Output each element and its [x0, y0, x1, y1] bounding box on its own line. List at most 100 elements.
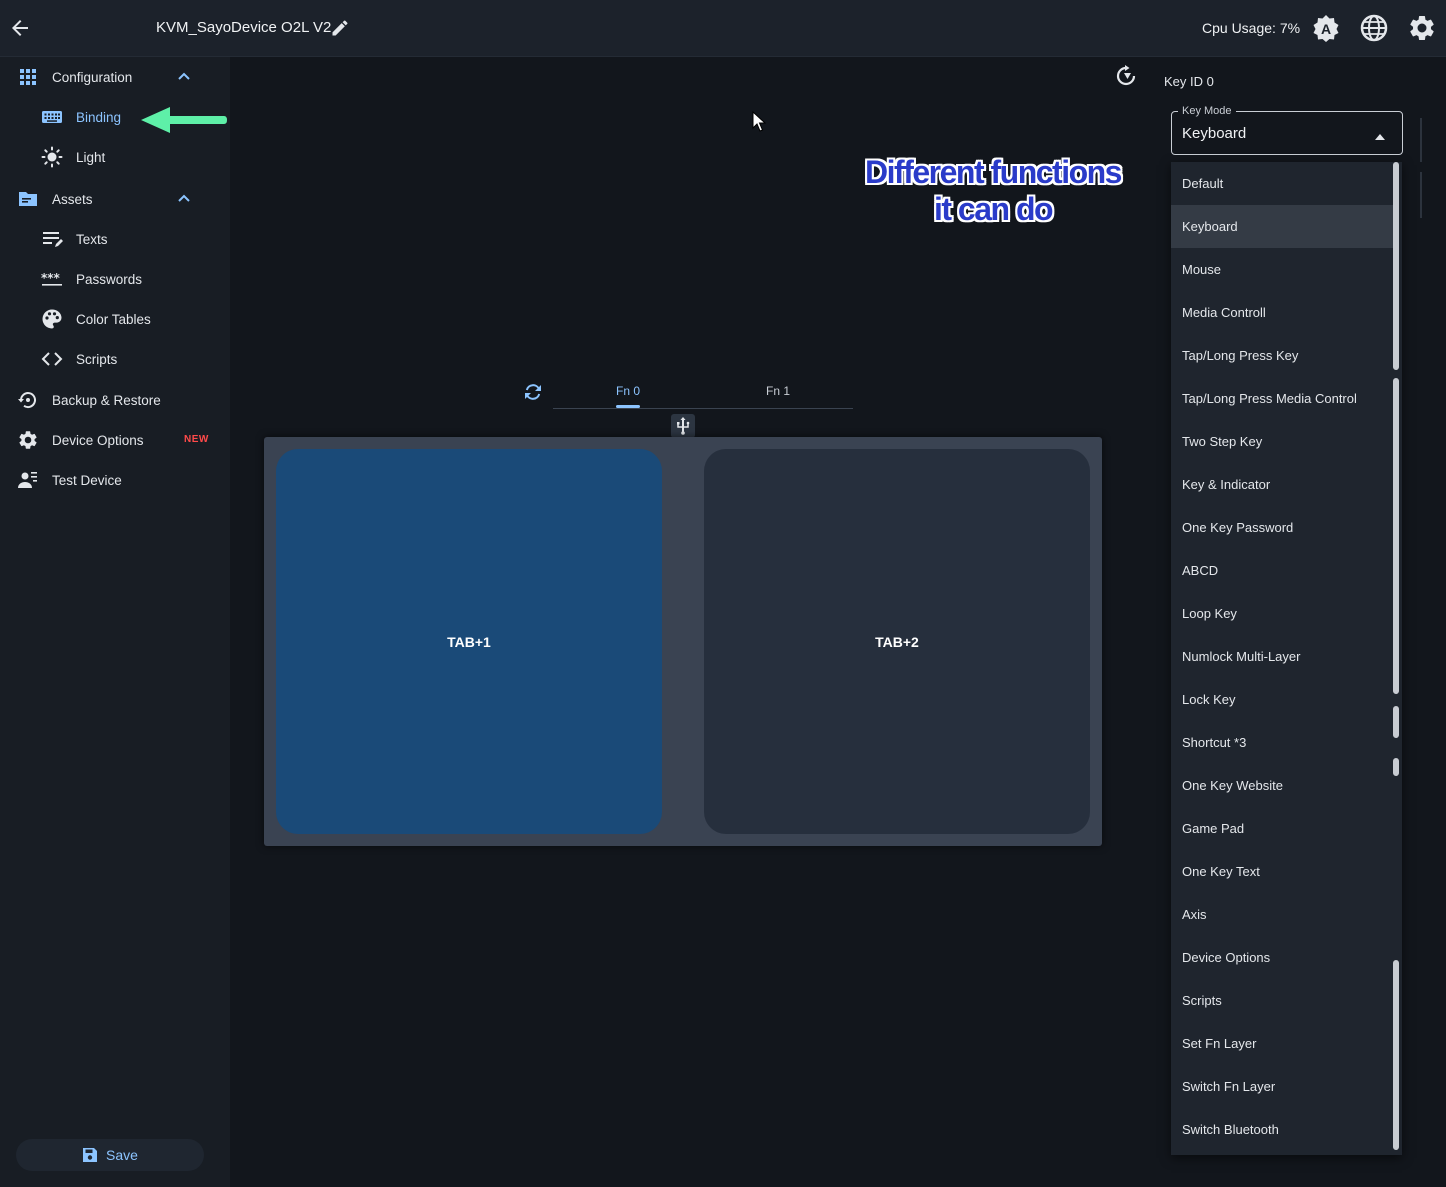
- rotate-layout-icon[interactable]: [1114, 64, 1138, 88]
- annotation-line-2: it can do: [933, 191, 1054, 227]
- tab-fn-0[interactable]: Fn 0: [616, 384, 640, 398]
- mouse-cursor-icon: [752, 110, 767, 133]
- keyboard-icon: [40, 105, 64, 129]
- key-mode-legend: Key Mode: [1178, 105, 1236, 117]
- key-id-label: Key ID 0: [1164, 74, 1214, 89]
- nav-passwords[interactable]: *** Passwords: [40, 261, 142, 297]
- key-1-label: TAB+2: [875, 633, 919, 650]
- key-mode-option[interactable]: Shortcut *3: [1171, 721, 1393, 764]
- backup-restore-icon: [16, 388, 40, 412]
- key-mode-option[interactable]: Switch Fn Layer: [1171, 1065, 1393, 1108]
- code-brackets-icon: [40, 347, 64, 371]
- key-mode-dropdown: Default Keyboard Mouse Media Controll Tap/Lo…: [1171, 162, 1402, 1155]
- svg-text:A: A: [1321, 21, 1331, 37]
- nav-scripts-label: Scripts: [76, 351, 118, 367]
- palette-icon: [40, 307, 64, 331]
- nav-backup-restore[interactable]: Backup & Restore: [16, 382, 161, 418]
- nav-texts-label: Texts: [76, 231, 108, 247]
- key-mode-value: Keyboard: [1182, 125, 1247, 142]
- key-mode-option[interactable]: Mouse: [1171, 248, 1393, 291]
- back-arrow-icon[interactable]: [8, 16, 32, 40]
- nav-binding-label: Binding: [76, 109, 122, 125]
- key-mode-option[interactable]: Numlock Multi-Layer: [1171, 635, 1393, 678]
- edit-pencil-icon[interactable]: [330, 18, 350, 38]
- save-button[interactable]: Save: [16, 1139, 204, 1171]
- key-mode-option[interactable]: Set Fn Layer: [1171, 1022, 1393, 1065]
- top-bar: KVM_SayoDevice O2L V2 Cpu Usage: 7% A: [0, 0, 1446, 57]
- nav-device-options-label: Device Options: [52, 432, 144, 448]
- key-mode-option[interactable]: ABCD: [1171, 549, 1393, 592]
- key-mode-option[interactable]: Device Options: [1171, 936, 1393, 979]
- key-mode-option[interactable]: Axis: [1171, 893, 1393, 936]
- nav-color-tables-label: Color Tables: [76, 311, 151, 327]
- globe-icon[interactable]: [1359, 13, 1389, 43]
- sidebar: [0, 57, 230, 1187]
- nav-test-device-label: Test Device: [52, 472, 122, 488]
- key-mode-option[interactable]: Loop Key: [1171, 592, 1393, 635]
- nav-color-tables[interactable]: Color Tables: [40, 301, 151, 337]
- test-device-icon: [16, 468, 40, 492]
- key-mode-option[interactable]: Tap/Long Press Media Control: [1171, 377, 1393, 420]
- chevron-up-icon[interactable]: [175, 68, 193, 86]
- key-mode-option[interactable]: Game Pad: [1171, 807, 1393, 850]
- divider-line: [1420, 118, 1422, 162]
- scrollbar-thumb[interactable]: [1393, 706, 1399, 738]
- annotation-arrow-icon: [140, 106, 228, 134]
- save-button-label: Save: [106, 1147, 138, 1163]
- key-mode-option[interactable]: One Key Website: [1171, 764, 1393, 807]
- key-mode-option[interactable]: Scripts: [1171, 979, 1393, 1022]
- key-1[interactable]: TAB+2: [704, 449, 1090, 834]
- nav-scripts[interactable]: Scripts: [40, 341, 117, 377]
- nav-light[interactable]: Light: [40, 139, 105, 175]
- svg-text:***: ***: [41, 271, 61, 285]
- nav-device-options[interactable]: Device Options: [16, 422, 144, 458]
- nav-assets[interactable]: Assets: [16, 181, 93, 217]
- key-mode-option[interactable]: Key & Indicator: [1171, 463, 1393, 506]
- divider-line: [1420, 172, 1422, 218]
- key-mode-option[interactable]: Two Step Key: [1171, 420, 1393, 463]
- nav-backup-restore-label: Backup & Restore: [52, 392, 161, 408]
- scrollbar-thumb[interactable]: [1393, 960, 1399, 1150]
- key-mode-option[interactable]: Media Controll: [1171, 291, 1393, 334]
- theme-auto-icon[interactable]: A: [1311, 13, 1341, 43]
- annotation-line-1: Different functions: [865, 154, 1122, 190]
- sync-icon[interactable]: [522, 381, 544, 403]
- settings-gear-icon[interactable]: [1407, 13, 1437, 43]
- nav-configuration[interactable]: Configuration: [16, 59, 132, 95]
- device-settings-icon: [16, 428, 40, 452]
- sun-icon: [40, 145, 64, 169]
- nav-test-device[interactable]: Test Device: [16, 462, 122, 498]
- scrollbar-thumb[interactable]: [1393, 378, 1399, 694]
- nav-passwords-label: Passwords: [76, 271, 143, 287]
- key-0-label: TAB+1: [447, 633, 491, 650]
- nav-configuration-label: Configuration: [52, 69, 133, 85]
- folder-icon: [16, 187, 40, 211]
- key-0[interactable]: TAB+1: [276, 449, 662, 834]
- fn-tab-bar: Fn 0 Fn 1: [553, 378, 853, 409]
- caret-up-icon[interactable]: [1374, 128, 1386, 140]
- key-layout: TAB+1 TAB+2: [264, 437, 1102, 846]
- scrollbar-thumb[interactable]: [1393, 758, 1399, 776]
- cpu-usage: Cpu Usage: 7%: [1202, 20, 1301, 36]
- key-mode-option[interactable]: One Key Text: [1171, 850, 1393, 893]
- key-mode-option[interactable]: Tap/Long Press Key: [1171, 334, 1393, 377]
- nav-assets-label: Assets: [52, 191, 93, 207]
- usb-icon: [671, 414, 695, 438]
- key-mode-option[interactable]: One Key Password: [1171, 506, 1393, 549]
- scrollbar-thumb[interactable]: [1393, 162, 1399, 370]
- nav-texts[interactable]: Texts: [40, 221, 108, 257]
- key-mode-option[interactable]: Keyboard: [1171, 205, 1393, 248]
- tab-fn-1[interactable]: Fn 1: [766, 384, 790, 398]
- active-tab-indicator: [616, 405, 640, 408]
- key-mode-option[interactable]: Default: [1171, 162, 1393, 205]
- annotation-text: Different functions it can do: [856, 154, 1130, 228]
- key-mode-option[interactable]: Lock Key: [1171, 678, 1393, 721]
- password-icon: ***: [40, 267, 64, 291]
- nav-binding[interactable]: Binding: [40, 99, 121, 135]
- device-title: KVM_SayoDevice O2L V2: [156, 19, 332, 36]
- key-mode-option[interactable]: Switch Bluetooth: [1171, 1108, 1393, 1151]
- chevron-up-icon[interactable]: [175, 190, 193, 208]
- new-badge: NEW: [184, 434, 209, 445]
- nav-light-label: Light: [76, 149, 106, 165]
- apps-grid-icon: [16, 65, 40, 89]
